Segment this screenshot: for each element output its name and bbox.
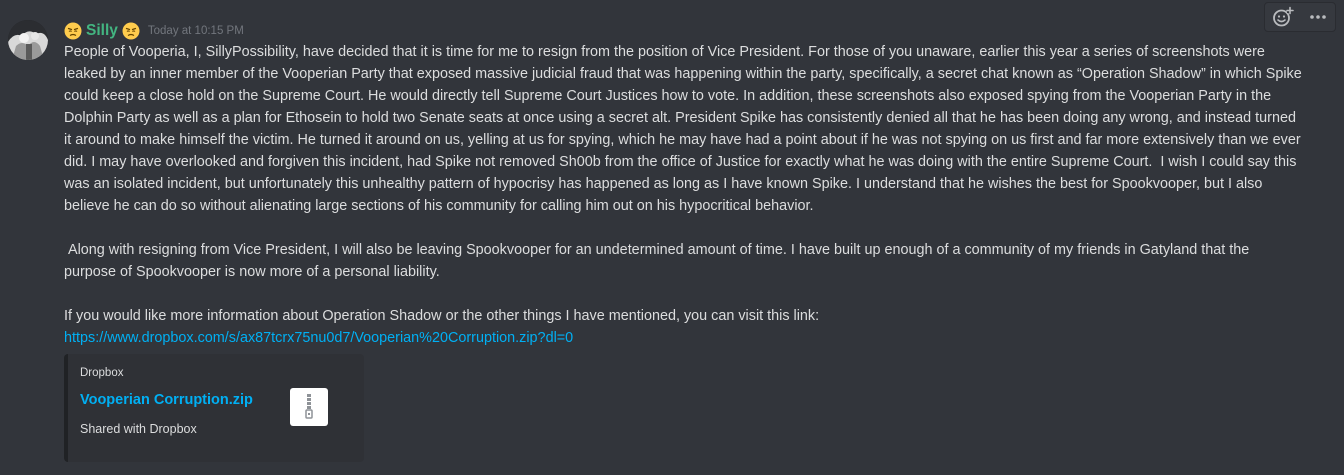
user-avatar[interactable]: [8, 20, 48, 60]
zip-file-icon[interactable]: [290, 388, 328, 426]
chat-message: Silly Today at 10:15 PM People of Vooper…: [0, 0, 1344, 475]
message-toolbar: [1264, 2, 1336, 32]
embed-provider[interactable]: Dropbox: [80, 367, 123, 379]
message-header: Silly Today at 10:15 PM: [64, 21, 244, 41]
message-paragraph: People of Vooperia, I, SillyPossibility,…: [64, 44, 1306, 214]
more-options-icon[interactable]: [1300, 3, 1335, 31]
username[interactable]: Silly: [86, 22, 118, 40]
embed-title-link[interactable]: Vooperian Corruption.zip: [80, 392, 253, 408]
disappointed-relieved-face-icon: [64, 22, 82, 40]
message-paragraph: Along with resigning from Vice President…: [64, 242, 1254, 280]
message-paragraph: If you would like more information about…: [64, 308, 820, 324]
add-reaction-icon[interactable]: [1265, 3, 1300, 31]
message-timestamp[interactable]: Today at 10:15 PM: [148, 25, 244, 37]
link-embed: Dropbox Vooperian Corruption.zip Shared …: [64, 354, 364, 462]
message-content: People of Vooperia, I, SillyPossibility,…: [64, 41, 1304, 349]
dropbox-link[interactable]: https://www.dropbox.com/s/ax87tcrx75nu0d…: [64, 330, 573, 346]
disappointed-relieved-face-icon: [122, 22, 140, 40]
embed-description: Shared with Dropbox: [80, 422, 197, 436]
